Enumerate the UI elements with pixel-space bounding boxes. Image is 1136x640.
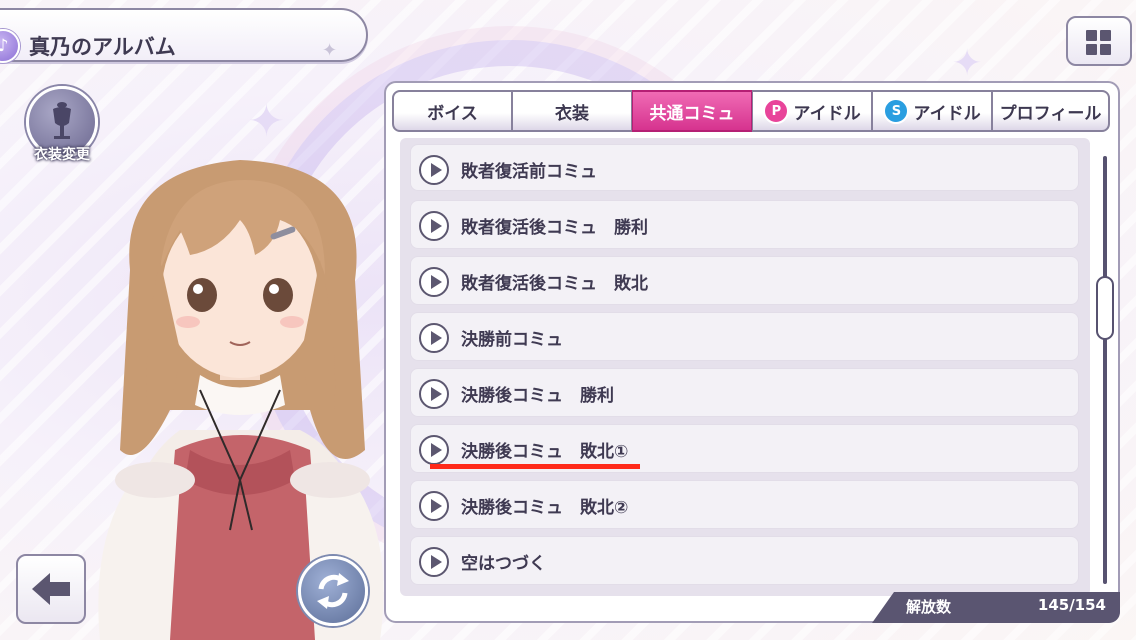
tab-label: 衣装 (555, 103, 589, 124)
tab-profile[interactable]: プロフィール (992, 90, 1110, 132)
p-badge-icon: P (763, 98, 790, 124)
tab-bar: ボイス 衣装 共通コミュ P アイドル S アイドル プロフィール (392, 90, 1110, 132)
tab-voice[interactable]: ボイス (392, 90, 512, 132)
list-item[interactable]: 敗者復活後コミュ 敗北 (410, 256, 1079, 305)
page-title: 真乃のアルバム (29, 35, 176, 59)
grid-icon (1086, 30, 1112, 56)
scroll-track (1103, 156, 1107, 584)
unlock-counter: 解放数 145/154 (872, 592, 1120, 623)
menu-button[interactable] (1066, 16, 1132, 66)
list-item-label: 決勝後コミュ 敗北② (461, 498, 629, 518)
refresh-button[interactable] (298, 556, 368, 626)
play-icon[interactable] (419, 267, 449, 297)
list-scrollbar[interactable] (1096, 156, 1114, 584)
list-item-label: 空はつづく (461, 554, 546, 574)
play-icon[interactable] (419, 491, 449, 521)
list-item[interactable]: 決勝後コミュ 勝利 (410, 368, 1079, 417)
tab-label: ボイス (427, 103, 478, 124)
play-icon[interactable] (419, 547, 449, 577)
tab-idol-p[interactable]: P アイドル (752, 90, 872, 132)
list-item-label: 決勝後コミュ 勝利 (461, 386, 614, 406)
list-item[interactable]: 敗者復活前コミュ (410, 144, 1079, 191)
play-icon[interactable] (419, 379, 449, 409)
list-item[interactable]: 敗者復活後コミュ 勝利 (410, 200, 1079, 249)
sparkle-decoration: ✦ (248, 96, 285, 147)
sparkle-decoration: ✦ (952, 43, 983, 84)
unlock-counter-value: 145/154 (1037, 596, 1106, 614)
tab-label: プロフィール (999, 103, 1102, 124)
arrow-left-icon (32, 573, 70, 605)
commu-list[interactable]: 敗者復活前コミュ 敗者復活後コミュ 勝利 敗者復活後コミュ 敗北 決勝前コミュ … (400, 138, 1090, 596)
list-item[interactable]: 空はつづく (410, 536, 1079, 585)
list-item-label: 決勝後コミュ 敗北① (461, 442, 629, 462)
tab-costume[interactable]: 衣装 (512, 90, 632, 132)
highlight-underline (430, 464, 640, 469)
note-icon: ♪ (0, 29, 20, 63)
play-icon[interactable] (419, 435, 449, 465)
tab-label: アイドル (793, 103, 861, 124)
tab-idol-s[interactable]: S アイドル (872, 90, 992, 132)
tab-label: アイドル (913, 103, 981, 124)
list-item-label: 敗者復活前コミュ (461, 162, 597, 182)
list-item-label: 敗者復活後コミュ 敗北 (461, 274, 648, 294)
list-item-label: 敗者復活後コミュ 勝利 (461, 218, 648, 238)
sparkle-icon: ✦ (322, 40, 338, 61)
tab-label: 共通コミュ (649, 103, 735, 124)
list-item-label: 決勝前コミュ (461, 330, 563, 350)
s-badge-icon: S (883, 98, 910, 124)
tab-common-commu[interactable]: 共通コミュ (632, 90, 752, 132)
unlock-counter-label: 解放数 (906, 598, 952, 616)
scroll-thumb[interactable] (1096, 276, 1114, 340)
back-button[interactable] (16, 554, 86, 624)
list-item[interactable]: 決勝前コミュ (410, 312, 1079, 361)
play-icon[interactable] (419, 211, 449, 241)
title-bar: ♪ 真乃のアルバム ✦ (0, 8, 368, 63)
refresh-icon (317, 573, 349, 609)
list-item[interactable]: 決勝後コミュ 敗北② (410, 480, 1079, 529)
play-icon[interactable] (419, 155, 449, 185)
play-icon[interactable] (419, 323, 449, 353)
